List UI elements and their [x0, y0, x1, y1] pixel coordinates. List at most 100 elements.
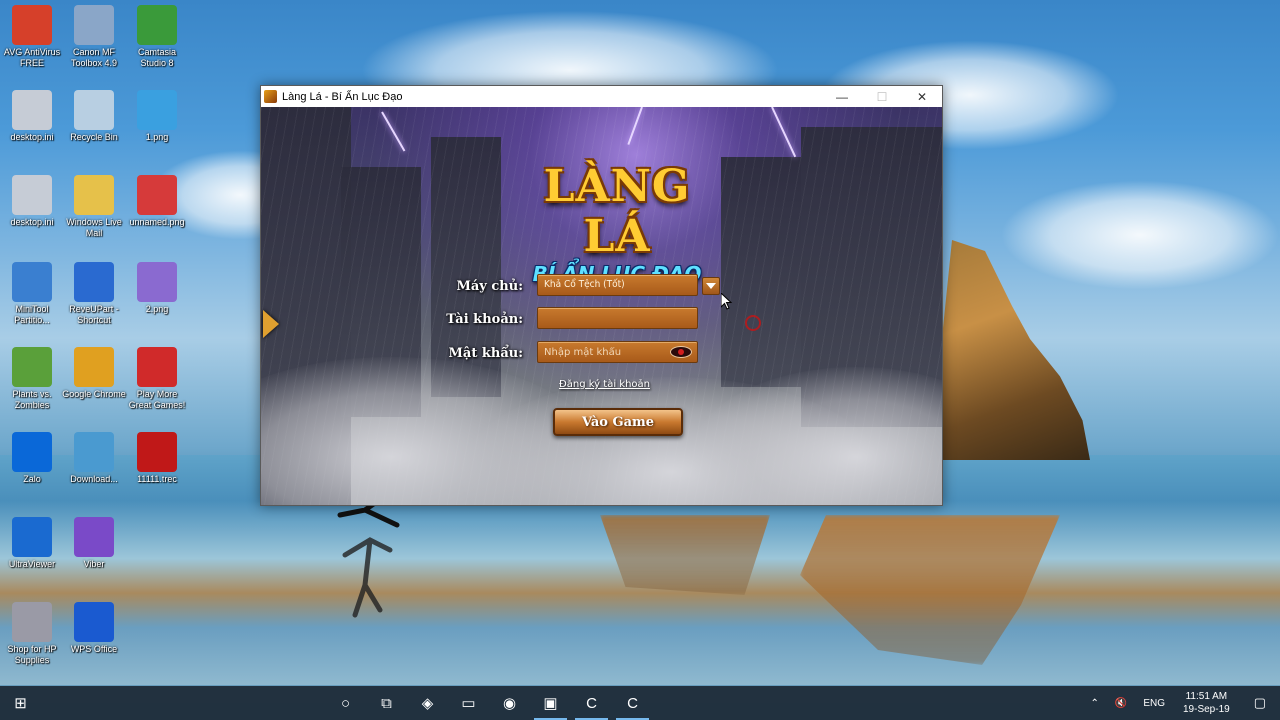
lang-la-game-taskbar-button[interactable]: ▣ — [530, 686, 571, 720]
desktop-icon[interactable]: Windows Live Mail — [62, 175, 126, 239]
play-game-button[interactable]: Vào Game — [553, 408, 683, 436]
click-indicator — [745, 315, 761, 331]
desktop-icon-label: Zalo — [23, 474, 41, 484]
mouse-cursor-icon — [721, 293, 733, 310]
clock[interactable]: 11:51 AM 19-Sep-19 — [1173, 690, 1240, 716]
desktop-icon[interactable]: MiniTool Partitio... — [0, 262, 64, 326]
ini-file-icon — [12, 175, 52, 215]
desktop-icon[interactable]: Recycle Bin — [62, 90, 126, 143]
password-field[interactable] — [537, 341, 698, 363]
desktop-icon[interactable]: 2.png — [125, 262, 189, 315]
desktop-icon-label: desktop.ini — [10, 217, 54, 227]
account-field[interactable] — [537, 307, 698, 329]
zalo-icon — [12, 432, 52, 472]
ultraviewer-icon — [12, 517, 52, 557]
clock-date: 19-Sep-19 — [1183, 704, 1230, 715]
clock-time: 11:51 AM — [1185, 691, 1228, 702]
notifications-icon[interactable]: ▢ — [1240, 695, 1280, 711]
chevron-down-icon — [706, 283, 716, 289]
desktop-icon[interactable]: desktop.ini — [0, 175, 64, 228]
window-title: Làng Lá - Bí Ẩn Lục Đạo — [282, 90, 403, 103]
camtasia-recorder-taskbar-button[interactable]: C — [612, 686, 653, 720]
desktop-icon-label: 1.png — [145, 132, 169, 142]
show-password-eye-icon[interactable] — [670, 346, 692, 358]
desktop-icon-label: AVG AntiVirus FREE — [3, 47, 61, 68]
maximize-button[interactable]: ☐ — [862, 86, 902, 107]
camtasia-icon — [137, 5, 177, 45]
start-button[interactable]: ⊞ — [0, 686, 41, 720]
server-select-value: Khả Cổ Tệch (Tốt) — [544, 279, 625, 290]
desktop-icon-label: UltraViewer — [8, 559, 56, 569]
avg-antivirus-icon — [12, 5, 52, 45]
popcap-icon — [137, 347, 177, 387]
hp-printer-icon — [12, 602, 52, 642]
taskbar: ⊞ ○ ⧉ ◈ ▭ ◉ ▣ C C ⌃ 🔇 ENG 11:51 AM 19-Sep-19 … — [0, 686, 1280, 720]
cliff-reflection — [600, 515, 770, 595]
minimize-button[interactable]: — — [822, 86, 862, 107]
desktop-icon[interactable]: Plants vs. Zombies — [0, 347, 64, 411]
desktop-icon-label: 11111.trec — [137, 474, 177, 484]
task-view-icon[interactable]: ⧉ — [366, 686, 407, 720]
download-folder-icon — [74, 432, 114, 472]
desktop-icon[interactable]: Download... — [62, 432, 126, 485]
file-explorer-taskbar-button[interactable]: ▭ — [448, 686, 489, 720]
desktop-icon[interactable]: desktop.ini — [0, 90, 64, 143]
desktop-icon-label: MiniTool Partitio... — [14, 304, 50, 325]
title-bar[interactable]: Làng Lá - Bí Ẩn Lục Đạo — ☐ ✕ — [261, 86, 942, 107]
game-window[interactable]: Làng Lá - Bí Ẩn Lục Đạo — ☐ ✕ LÀNG LÁ BÍ… — [260, 85, 943, 506]
side-arrow-icon[interactable] — [263, 310, 279, 338]
desktop-icon-label: WPS Office — [70, 644, 118, 654]
image-file-icon — [137, 175, 177, 215]
desktop-icon[interactable]: Zalo — [0, 432, 64, 485]
search-icon[interactable]: ○ — [325, 686, 366, 720]
volume-icon[interactable]: 🔇 — [1107, 698, 1135, 709]
desktop-icon[interactable]: Viber — [62, 517, 126, 570]
desktop-icon-label: Recycle Bin — [70, 132, 118, 142]
desktop-icon[interactable]: unnamed.png — [125, 175, 189, 228]
taskbar-app-1-taskbar-button[interactable]: ◈ — [407, 686, 448, 720]
server-select[interactable]: Khả Cổ Tệch (Tốt) — [537, 274, 698, 296]
desktop-icon-label: 2.png — [145, 304, 169, 314]
desktop-icon-label: Viber — [83, 559, 105, 569]
close-button[interactable]: ✕ — [902, 86, 942, 107]
desktop-icon[interactable]: WPS Office — [62, 602, 126, 655]
desktop-icon-label: Download... — [70, 474, 118, 484]
desktop-icon-label: ReveUPart - Shortcut — [69, 304, 119, 325]
desktop-icon[interactable]: 1.png — [125, 90, 189, 143]
desktop-icon[interactable]: UltraViewer — [0, 517, 64, 570]
windows-live-mail-icon — [74, 175, 114, 215]
account-input[interactable] — [538, 308, 697, 329]
image-file-icon — [137, 262, 177, 302]
jumping-person — [337, 505, 400, 618]
desktop-icon-label: Play More Great Games! — [128, 389, 186, 410]
canon-toolbox-icon — [74, 5, 114, 45]
desktop-icon[interactable]: Play More Great Games! — [125, 347, 189, 411]
chrome-icon — [74, 347, 114, 387]
desktop-icon-label: Plants vs. Zombies — [12, 389, 52, 410]
register-account-link[interactable]: Đăng ký tài khoản — [559, 379, 650, 390]
desktop-icon[interactable]: Canon MF Toolbox 4.9 — [62, 5, 126, 69]
tray-chevron-icon[interactable]: ⌃ — [1082, 698, 1106, 709]
desktop-icon[interactable]: ReveUPart - Shortcut — [62, 262, 126, 326]
shortcut-icon — [74, 262, 114, 302]
desktop-icon[interactable]: 11111.trec — [125, 432, 189, 485]
ini-file-icon — [12, 90, 52, 130]
desktop-icon[interactable]: Shop for HP Supplies — [0, 602, 64, 666]
desktop-icon-label: desktop.ini — [10, 132, 54, 142]
desktop-icon-label: Google Chrome — [62, 389, 126, 399]
desktop-icon[interactable]: Camtasia Studio 8 — [125, 5, 189, 69]
server-dropdown-button[interactable] — [702, 277, 720, 295]
desktop-icon[interactable]: AVG AntiVirus FREE — [0, 5, 64, 69]
desktop-icon[interactable]: Google Chrome — [62, 347, 126, 400]
trec-file-icon — [137, 432, 177, 472]
google-chrome-taskbar-button[interactable]: ◉ — [489, 686, 530, 720]
game-login-screen: LÀNG LÁ BÍ ẨN LỤC ĐẠO Máy chủ: Khả Cổ Tệ… — [261, 107, 942, 505]
wps-office-icon — [74, 602, 114, 642]
account-label: Tài khoản: — [446, 312, 523, 327]
input-language[interactable]: ENG — [1135, 698, 1173, 709]
system-tray: ⌃ 🔇 ENG 11:51 AM 19-Sep-19 ▢ — [1082, 686, 1280, 720]
recycle-bin-icon — [74, 90, 114, 130]
desktop-icon-label: Camtasia Studio 8 — [137, 47, 176, 68]
camtasia-taskbar-button[interactable]: C — [571, 686, 612, 720]
image-file-icon — [137, 90, 177, 130]
